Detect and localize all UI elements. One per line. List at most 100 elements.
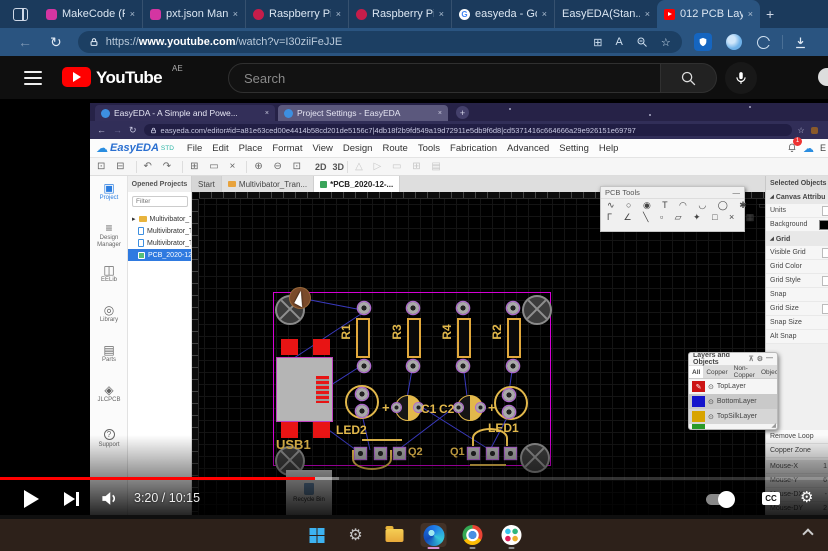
browser-tab-raspberry-2[interactable]: Raspberry Pi D... × (348, 0, 451, 28)
voice-search-button[interactable] (725, 62, 757, 94)
grid-section: ◢Grid (766, 232, 828, 246)
resistor-footprint (407, 318, 421, 358)
tree-pcb-row-selected: PCB_2020-12-0... (128, 249, 191, 261)
pad (457, 302, 469, 314)
close-icon[interactable]: × (233, 9, 238, 19)
search-bar[interactable] (228, 63, 661, 93)
close-icon[interactable]: × (130, 9, 135, 19)
split-screen-icon[interactable]: ⊞ (593, 36, 602, 49)
pad (503, 406, 515, 418)
new-tab-button[interactable]: + (766, 6, 774, 22)
new-tab-icon: + (456, 106, 469, 119)
browser-tab-pxtjson[interactable]: pxt.json Manu... × (142, 0, 245, 28)
back-icon: ← (97, 125, 106, 135)
browser-tab-google[interactable]: G easyeda - Goo... × (451, 0, 554, 28)
mounting-hole (522, 295, 552, 325)
tab-overview-icon[interactable] (13, 8, 28, 21)
youtube-logo-text[interactable]: YouTube (96, 68, 162, 88)
selected-objects-header: Selected Objects (766, 176, 828, 190)
layers-panel-title: Layers and Objects (693, 352, 746, 366)
silkscreen-ref: R2 (490, 324, 504, 339)
pad (507, 302, 519, 314)
browser-essentials-icon[interactable] (757, 36, 770, 49)
resistor-footprint (507, 318, 521, 358)
eye-icon: ⊙ (708, 383, 714, 391)
slack-app[interactable] (499, 523, 525, 547)
close-icon[interactable]: × (748, 9, 753, 19)
zoom-out-icon[interactable] (636, 36, 648, 48)
recorded-tab: EasyEDA - A Simple and Powe... × (95, 105, 275, 121)
shield-lock-icon[interactable] (694, 33, 712, 51)
next-button[interactable] (64, 492, 75, 506)
section-caret-icon: ◢ (770, 236, 774, 242)
browser-tab-raspberry-1[interactable]: Raspberry Pi H... × (245, 0, 348, 28)
makecode-favicon (46, 9, 57, 20)
library-icon: ◎ (90, 304, 128, 317)
prop-row-background: Background (766, 218, 828, 232)
pad (476, 403, 485, 412)
start-button[interactable] (304, 523, 330, 547)
downloads-icon[interactable] (793, 35, 808, 50)
progress-bar[interactable] (0, 477, 828, 480)
slack-icon (502, 525, 522, 545)
menu-design: Design (343, 143, 373, 154)
easyeda-brand: EasyEDA (110, 142, 159, 154)
disabled-tool-icons: △ ▷ ▭ ⊞ ▤ (355, 161, 445, 172)
easyeda-favicon (284, 109, 293, 118)
chrome-app[interactable] (460, 523, 486, 547)
opened-projects-header: Opened Projects (128, 176, 192, 192)
menu-advanced: Advanced (507, 143, 549, 154)
pcb-tools-panel: PCB Tools— ∿ ○ ◉ T ◠ ◡ ◯ ✱ ▭ ▨ Γ ∠ ╲ ▫ ▱… (600, 186, 745, 232)
hamburger-menu-icon[interactable] (24, 71, 42, 73)
autoplay-toggle[interactable] (706, 494, 732, 505)
pcb-doc-icon (138, 252, 145, 259)
jlcpcb-icon: ◈ (90, 384, 128, 397)
close-icon[interactable]: × (336, 9, 341, 19)
browser-tab-easyeda[interactable]: EasyEDA(Stan... × (554, 0, 657, 28)
captions-button[interactable]: CC (762, 492, 780, 505)
close-icon[interactable]: × (645, 9, 650, 19)
tray-chevron-icon[interactable] (802, 528, 813, 539)
tab-title: easyeda - Goo... (475, 8, 537, 20)
volume-icon[interactable] (100, 489, 119, 508)
divider (782, 35, 783, 49)
browser-address-bar: ← ↻ https://www.youtube.com/watch?v=I30z… (0, 28, 828, 56)
settings-app[interactable]: ⚙ (343, 523, 369, 547)
youtube-logo-icon[interactable] (62, 67, 91, 87)
pin-icon: ⊼ (749, 355, 754, 363)
forward-icon: → (113, 125, 122, 135)
file-explorer-app[interactable] (382, 523, 408, 547)
silkscreen-ref: C1 (421, 402, 436, 416)
url-field[interactable]: https://www.youtube.com/watch?v=I30ziiFe… (78, 31, 682, 53)
pad (503, 389, 515, 401)
profile-avatar[interactable] (726, 34, 742, 50)
close-icon: × (438, 110, 442, 117)
refresh-icon[interactable]: ↻ (50, 34, 62, 51)
background-color-swatch (819, 220, 828, 230)
silkscreen-ref: R3 (390, 324, 404, 339)
search-icon (680, 70, 697, 87)
close-icon[interactable]: × (439, 9, 444, 19)
schematic-doc-icon (138, 239, 144, 247)
favorite-star-icon[interactable]: ☆ (661, 36, 671, 49)
folder-icon (139, 216, 147, 222)
search-button[interactable] (661, 63, 717, 93)
menu-route: Route (382, 143, 407, 154)
read-aloud-icon[interactable]: A (616, 36, 623, 48)
layer-color-swatch (692, 396, 705, 407)
play-button[interactable] (24, 490, 39, 508)
browser-tab-makecode[interactable]: MakeCode (P) × (39, 0, 142, 28)
menu-format: Format (272, 143, 302, 154)
menu-view: View (312, 143, 332, 154)
search-input[interactable] (244, 71, 660, 86)
tree-schematic-row: Multivibrator_Tr... (128, 225, 191, 237)
youtube-favicon (664, 9, 675, 20)
close-icon[interactable]: × (542, 9, 547, 19)
back-icon[interactable]: ← (18, 34, 32, 50)
doc-tab-pcb-active: *PCB_2020-12-... (314, 176, 400, 192)
edge-app-active[interactable] (421, 523, 447, 547)
pad (392, 403, 401, 412)
browser-tab-youtube-active[interactable]: 012 PCB Layo... × (657, 0, 760, 28)
settings-gear-icon[interactable]: ⚙ (800, 488, 813, 506)
video-player[interactable]: EasyEDA - A Simple and Powe... × Project… (0, 99, 828, 515)
